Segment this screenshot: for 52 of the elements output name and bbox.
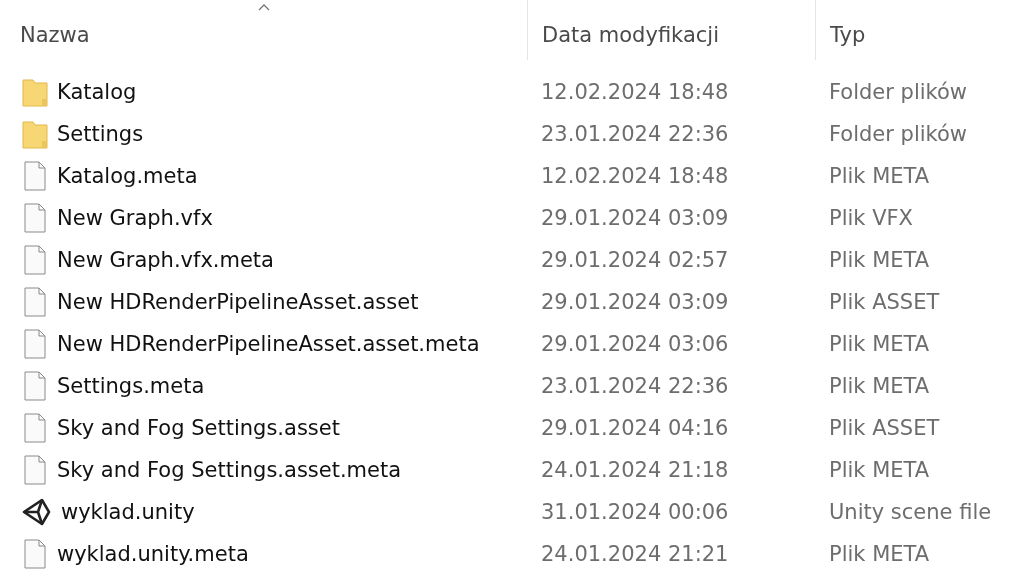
file-icon: [22, 329, 48, 359]
file-icon: [22, 161, 48, 191]
file-icon: [22, 203, 48, 233]
file-icon: [22, 539, 48, 569]
modified-date: 24.01.2024 21:21: [541, 542, 729, 566]
file-type: Plik META: [829, 374, 930, 398]
file-icon: [22, 455, 48, 485]
file-name[interactable]: wyklad.unity: [61, 500, 195, 524]
file-type: Plik META: [829, 164, 930, 188]
folder-icon: [22, 77, 48, 107]
file-type: Folder plików: [829, 122, 967, 146]
file-type: Plik META: [829, 332, 930, 356]
file-type: Plik VFX: [829, 206, 913, 230]
modified-date: 12.02.2024 18:48: [541, 164, 729, 188]
file-name[interactable]: New Graph.vfx: [57, 206, 213, 230]
file-name[interactable]: Katalog.meta: [57, 164, 198, 188]
file-icon: [22, 413, 48, 443]
modified-date: 29.01.2024 03:09: [541, 290, 729, 314]
modified-date: 29.01.2024 02:57: [541, 248, 729, 272]
file-type: Unity scene file: [829, 500, 992, 524]
modified-date: 29.01.2024 03:06: [541, 332, 729, 356]
modified-date: 29.01.2024 04:16: [541, 416, 729, 440]
file-icon: [22, 245, 48, 275]
sort-ascending-icon: [257, 3, 270, 11]
file-icon: [22, 287, 48, 317]
modified-date: 24.01.2024 21:18: [541, 458, 729, 482]
file-type: Plik META: [829, 458, 930, 482]
file-icon: [22, 371, 48, 401]
file-name[interactable]: Sky and Fog Settings.asset.meta: [57, 458, 402, 482]
file-name[interactable]: wyklad.unity.meta: [57, 542, 249, 566]
file-type: Plik ASSET: [829, 290, 940, 314]
file-type: Folder plików: [829, 80, 967, 104]
unity-logo-icon: [22, 497, 52, 527]
file-type: Plik META: [829, 542, 930, 566]
modified-date: 23.01.2024 22:36: [541, 122, 729, 146]
modified-date: 29.01.2024 03:09: [541, 206, 729, 230]
file-name[interactable]: Settings.meta: [57, 374, 205, 398]
file-name[interactable]: Sky and Fog Settings.asset: [57, 416, 340, 440]
file-type: Plik META: [829, 248, 930, 272]
column-header[interactable]: Typ: [815, 0, 1010, 60]
modified-date: 12.02.2024 18:48: [541, 80, 729, 104]
file-name[interactable]: New HDRenderPipelineAsset.asset.meta: [57, 332, 480, 356]
modified-date: 31.01.2024 00:06: [541, 500, 729, 524]
file-name[interactable]: Katalog: [57, 80, 137, 104]
column-header[interactable]: Data modyfikacji: [527, 0, 815, 60]
file-name[interactable]: New Graph.vfx.meta: [57, 248, 274, 272]
modified-date: 23.01.2024 22:36: [541, 374, 729, 398]
folder-icon: [22, 119, 48, 149]
file-name[interactable]: Settings: [57, 122, 144, 146]
file-name[interactable]: New HDRenderPipelineAsset.asset: [57, 290, 419, 314]
file-type: Plik ASSET: [829, 416, 940, 440]
column-header[interactable]: Nazwa: [0, 0, 527, 60]
